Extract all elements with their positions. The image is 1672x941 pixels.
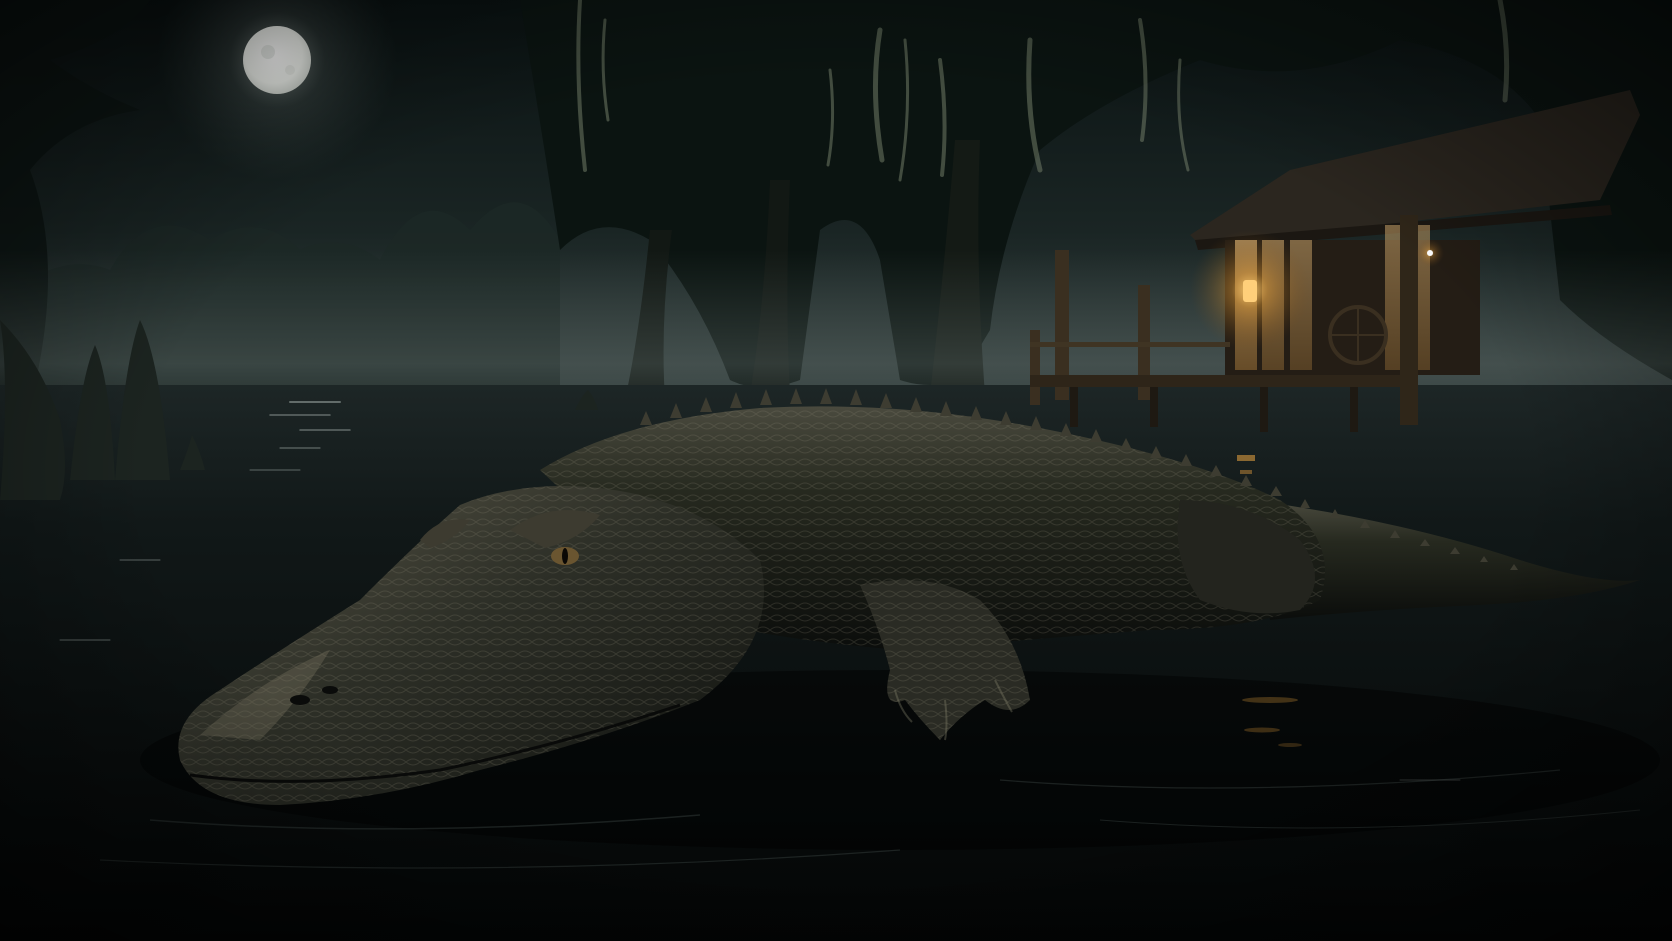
swamp-night-scene [0,0,1672,941]
vignette [0,0,1672,941]
